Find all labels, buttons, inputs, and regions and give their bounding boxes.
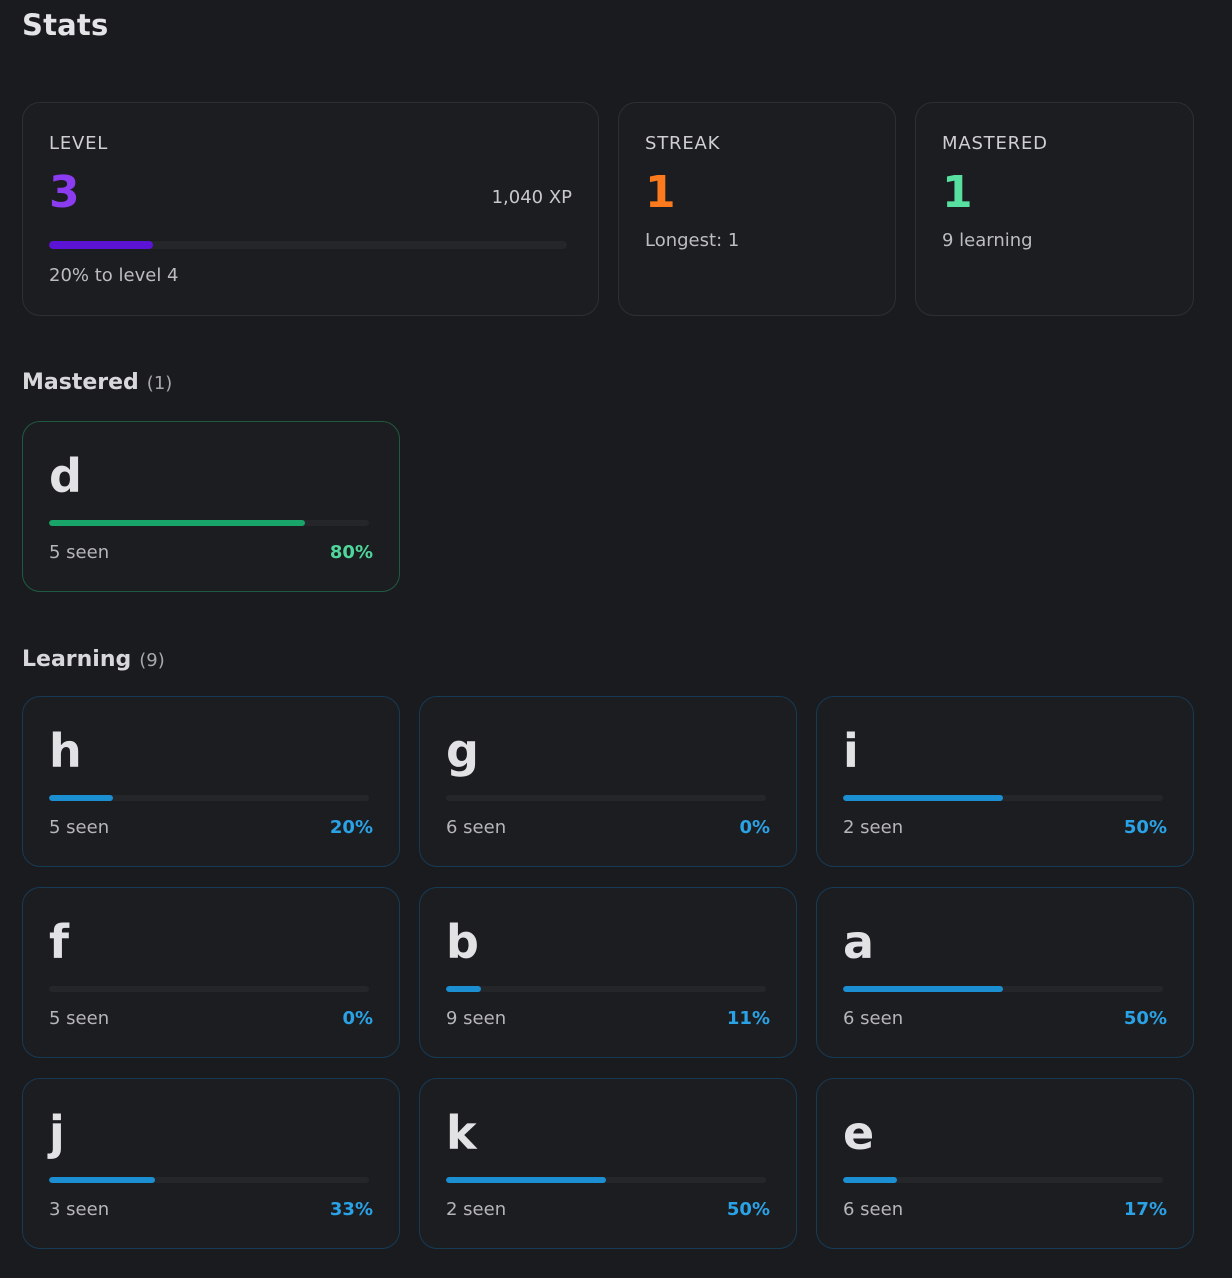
letter-progress-fill	[49, 1177, 155, 1183]
letter-progress-bar	[843, 795, 1163, 801]
xp-total: 1,040 XP	[491, 187, 572, 208]
level-progress-bar	[49, 241, 567, 249]
seen-count: 6 seen	[446, 817, 507, 838]
streak-longest: Longest: 1	[645, 230, 740, 251]
mastered-card: MASTERED 1 9 learning	[915, 102, 1194, 316]
level-progress-text: 20% to level 4	[49, 265, 179, 286]
letter-card-d[interactable]: d 5 seen 80%	[22, 421, 400, 592]
letter-glyph: g	[446, 724, 479, 778]
level-progress-fill	[49, 241, 153, 249]
letter-card-e[interactable]: e 6 seen 17%	[816, 1078, 1194, 1249]
letter-glyph: i	[843, 724, 859, 778]
progress-percent: 0%	[739, 817, 770, 838]
letter-card-a[interactable]: a 6 seen 50%	[816, 887, 1194, 1058]
letter-glyph: d	[49, 449, 82, 503]
letter-progress-bar	[49, 1177, 369, 1183]
seen-count: 3 seen	[49, 1199, 110, 1220]
letter-progress-bar	[446, 795, 766, 801]
letter-card-g[interactable]: g 6 seen 0%	[419, 696, 797, 867]
letter-progress-bar	[843, 986, 1163, 992]
letter-card-h[interactable]: h 5 seen 20%	[22, 696, 400, 867]
progress-percent: 0%	[342, 1008, 373, 1029]
learning-section-label: Learning	[22, 647, 132, 672]
letter-glyph: b	[446, 915, 479, 969]
mastered-section-title: Mastered (1)	[22, 370, 172, 395]
stats-page: Stats LEVEL 3 1,040 XP 20% to level 4 ST…	[0, 0, 1232, 1278]
mastered-label: MASTERED	[942, 133, 1048, 154]
letter-card-f[interactable]: f 5 seen 0%	[22, 887, 400, 1058]
seen-count: 9 seen	[446, 1008, 507, 1029]
letter-card-j[interactable]: j 3 seen 33%	[22, 1078, 400, 1249]
learning-section-title: Learning (9)	[22, 647, 165, 672]
seen-count: 5 seen	[49, 542, 110, 563]
letter-progress-bar	[446, 986, 766, 992]
letter-glyph: f	[49, 915, 70, 969]
letter-progress-bar	[446, 1177, 766, 1183]
level-label: LEVEL	[49, 133, 109, 154]
letter-progress-bar	[49, 795, 369, 801]
letter-progress-fill	[49, 795, 113, 801]
seen-count: 6 seen	[843, 1008, 904, 1029]
letter-progress-fill	[843, 986, 1003, 992]
letter-progress-fill	[49, 520, 305, 526]
progress-percent: 50%	[726, 1199, 770, 1220]
learning-section-count: (9)	[139, 650, 165, 671]
letter-progress-bar	[49, 520, 369, 526]
letter-progress-fill	[446, 1177, 606, 1183]
letter-progress-fill	[446, 986, 482, 992]
letter-glyph: h	[49, 724, 82, 778]
seen-count: 5 seen	[49, 817, 110, 838]
streak-card: STREAK 1 Longest: 1	[618, 102, 896, 316]
letter-progress-bar	[843, 1177, 1163, 1183]
progress-percent: 50%	[1123, 1008, 1167, 1029]
letter-card-k[interactable]: k 2 seen 50%	[419, 1078, 797, 1249]
progress-percent: 50%	[1123, 817, 1167, 838]
letter-glyph: j	[49, 1106, 65, 1160]
page-title: Stats	[22, 8, 109, 42]
letter-progress-bar	[49, 986, 369, 992]
progress-percent: 17%	[1123, 1199, 1167, 1220]
progress-percent: 11%	[726, 1008, 770, 1029]
letter-progress-fill	[843, 795, 1003, 801]
progress-percent: 80%	[329, 542, 373, 563]
seen-count: 6 seen	[843, 1199, 904, 1220]
letter-card-b[interactable]: b 9 seen 11%	[419, 887, 797, 1058]
mastered-section-count: (1)	[146, 373, 173, 394]
letter-card-i[interactable]: i 2 seen 50%	[816, 696, 1194, 867]
streak-value: 1	[645, 167, 676, 218]
letter-glyph: e	[843, 1106, 875, 1160]
learning-count-text: 9 learning	[942, 230, 1033, 251]
letter-glyph: a	[843, 915, 875, 969]
progress-percent: 33%	[329, 1199, 373, 1220]
mastered-value: 1	[942, 167, 973, 218]
level-card: LEVEL 3 1,040 XP 20% to level 4	[22, 102, 599, 316]
level-value: 3	[49, 167, 80, 218]
seen-count: 2 seen	[843, 817, 904, 838]
progress-percent: 20%	[329, 817, 373, 838]
streak-label: STREAK	[645, 133, 721, 154]
letter-glyph: k	[446, 1106, 477, 1160]
letter-progress-fill	[843, 1177, 898, 1183]
seen-count: 5 seen	[49, 1008, 110, 1029]
mastered-section-label: Mastered	[22, 370, 139, 395]
seen-count: 2 seen	[446, 1199, 507, 1220]
